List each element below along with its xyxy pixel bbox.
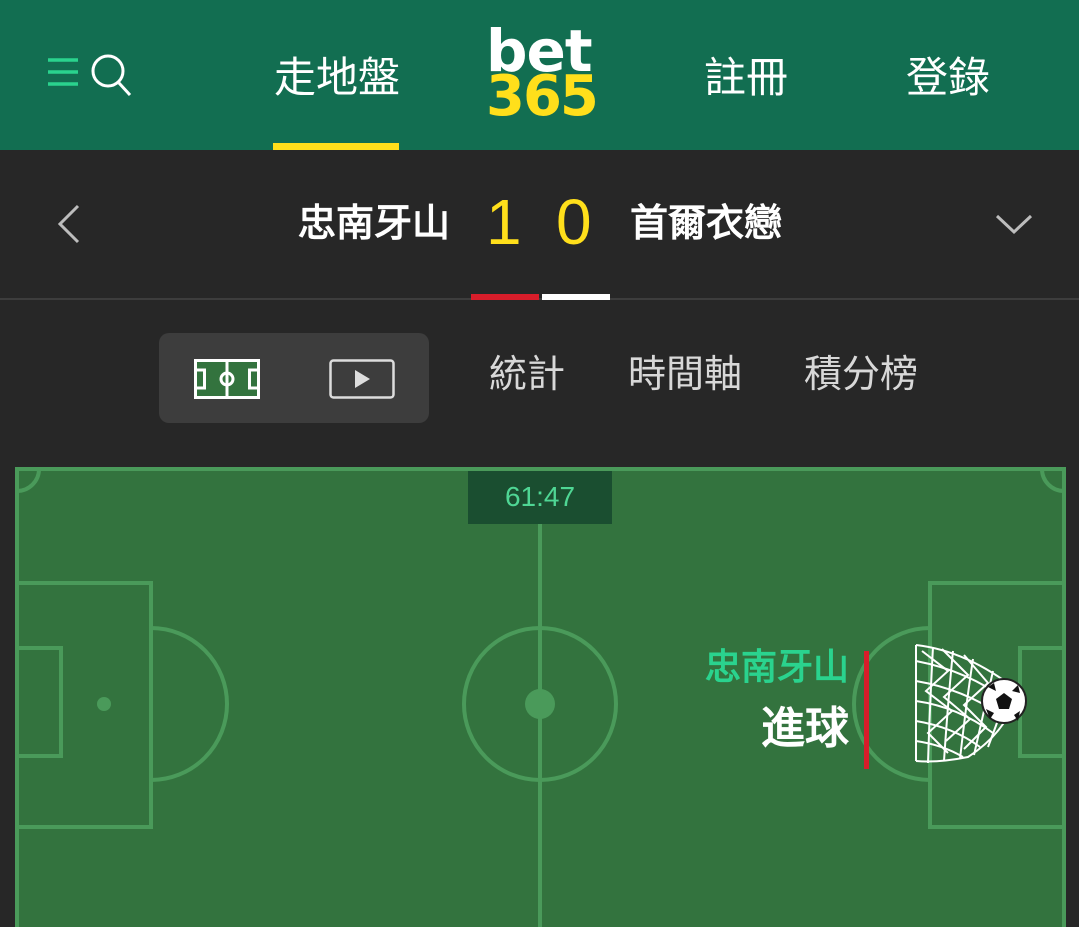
active-tab-indicator (273, 143, 399, 150)
away-score: 0 (556, 186, 592, 258)
login-button[interactable]: 登錄 (906, 50, 990, 106)
football-icon (981, 678, 1027, 724)
event-team-color-divider (864, 651, 869, 769)
match-scorebar: 忠南牙山 1 0 首爾衣戀 (0, 150, 1079, 300)
goal-net-icon (915, 644, 1027, 764)
event-team-name: 忠南牙山 (704, 647, 849, 688)
menu-search-buttons[interactable] (46, 52, 132, 98)
view-switch (159, 333, 429, 423)
pitch-icon[interactable] (194, 359, 260, 399)
bet365-logo[interactable]: bet 365 (484, 17, 600, 129)
tab-live[interactable]: 走地盤 (274, 50, 400, 106)
match-view-tabs: 統計 時間軸 積分榜 (0, 302, 1079, 452)
top-navigation-bar: 走地盤 bet 365 註冊 登錄 (0, 0, 1079, 150)
away-team-name: 首爾衣戀 (630, 201, 783, 245)
home-score: 1 (486, 186, 522, 258)
match-clock: 61:47 (468, 471, 612, 524)
live-pitch: 61:47 忠南牙山 進球 (15, 467, 1066, 927)
home-team-name: 忠南牙山 (298, 201, 451, 245)
chevron-left-icon[interactable] (54, 202, 84, 246)
tab-standings[interactable]: 積分榜 (804, 348, 918, 400)
register-button[interactable]: 註冊 (704, 50, 788, 106)
search-icon[interactable] (90, 52, 136, 98)
away-team-color-bar (542, 294, 610, 300)
tab-stats[interactable]: 統計 (489, 348, 565, 400)
event-type-label: 進球 (761, 703, 849, 754)
play-video-icon[interactable] (329, 359, 395, 399)
logo-365-text: 365 (486, 64, 599, 129)
tab-timeline[interactable]: 時間軸 (628, 348, 742, 400)
chevron-down-icon[interactable] (994, 208, 1034, 238)
home-team-color-bar (471, 294, 539, 300)
